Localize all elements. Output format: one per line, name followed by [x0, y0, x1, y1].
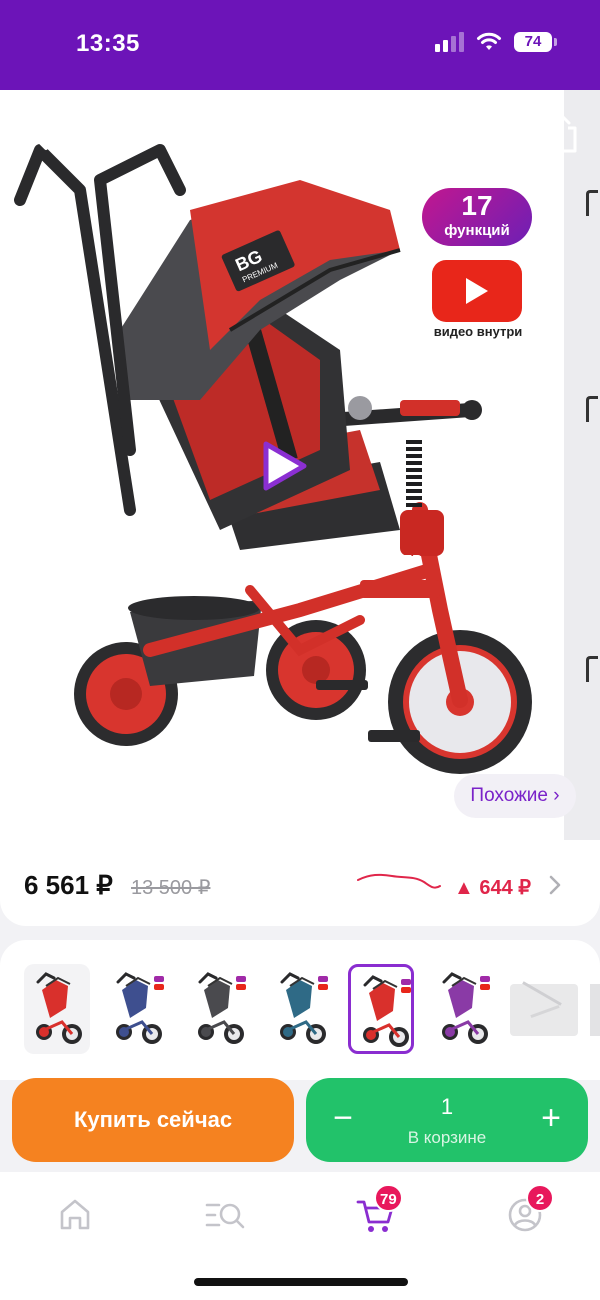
cart-badge: 79	[374, 1184, 403, 1212]
price-change: ▲ 644 ₽	[454, 877, 532, 899]
status-bar: 13:35 74	[0, 0, 600, 90]
current-price: 6 561 ₽	[24, 870, 113, 900]
decrease-quantity-button[interactable]: −	[328, 1078, 358, 1162]
back-arrow-icon[interactable]	[22, 116, 58, 152]
variant-thumbnail[interactable]	[430, 964, 496, 1054]
price-history-chart[interactable]	[356, 866, 446, 896]
battery-icon: 74	[514, 32, 557, 52]
price-card[interactable]: 6 561 ₽ 13 500 ₽ ▲ 644 ₽	[0, 840, 600, 926]
heart-icon[interactable]	[466, 118, 506, 154]
catalog-search-icon[interactable]	[200, 1190, 250, 1240]
features-badge: 17 функций	[422, 188, 532, 246]
variant-thumbnail[interactable]	[590, 984, 600, 1036]
next-image-preview[interactable]	[564, 90, 600, 840]
features-count: 17	[461, 190, 493, 221]
home-indicator	[194, 1278, 408, 1286]
variant-thumbnail[interactable]	[186, 964, 252, 1054]
signal-icon	[435, 32, 464, 52]
share-icon[interactable]	[544, 114, 580, 154]
product-brand: BERGER	[366, 552, 422, 567]
play-icon[interactable]	[254, 438, 310, 494]
quantity-value: 1	[440, 1094, 454, 1119]
variant-thumbnail[interactable]	[348, 964, 414, 1054]
product-gallery[interactable]: BERGER BG PREMIUM 17 функций видео внутр…	[0, 90, 600, 840]
youtube-icon[interactable]	[432, 260, 522, 322]
increase-quantity-button[interactable]: +	[536, 1078, 566, 1162]
similar-button[interactable]: Похожие ›	[454, 774, 576, 818]
variant-thumbnail[interactable]	[510, 984, 578, 1036]
profile-badge: 2	[526, 1184, 554, 1212]
variant-thumbnail[interactable]	[24, 964, 90, 1054]
old-price: 13 500 ₽	[131, 877, 211, 899]
chevron-right-icon[interactable]	[548, 874, 562, 896]
video-caption: видео внутри	[433, 324, 523, 339]
buy-now-button[interactable]: Купить сейчас	[12, 1078, 294, 1162]
cart-quantity-control: − 1 В корзине +	[306, 1078, 588, 1162]
features-label: функций	[444, 222, 510, 239]
home-icon[interactable]	[50, 1190, 100, 1240]
variant-thumbnail[interactable]	[104, 964, 170, 1054]
wifi-icon	[477, 32, 501, 50]
status-icons: 74	[435, 32, 557, 52]
status-time: 13:35	[76, 30, 140, 57]
in-cart-label: В корзине	[407, 1128, 487, 1147]
variant-thumbnail[interactable]	[268, 964, 334, 1054]
